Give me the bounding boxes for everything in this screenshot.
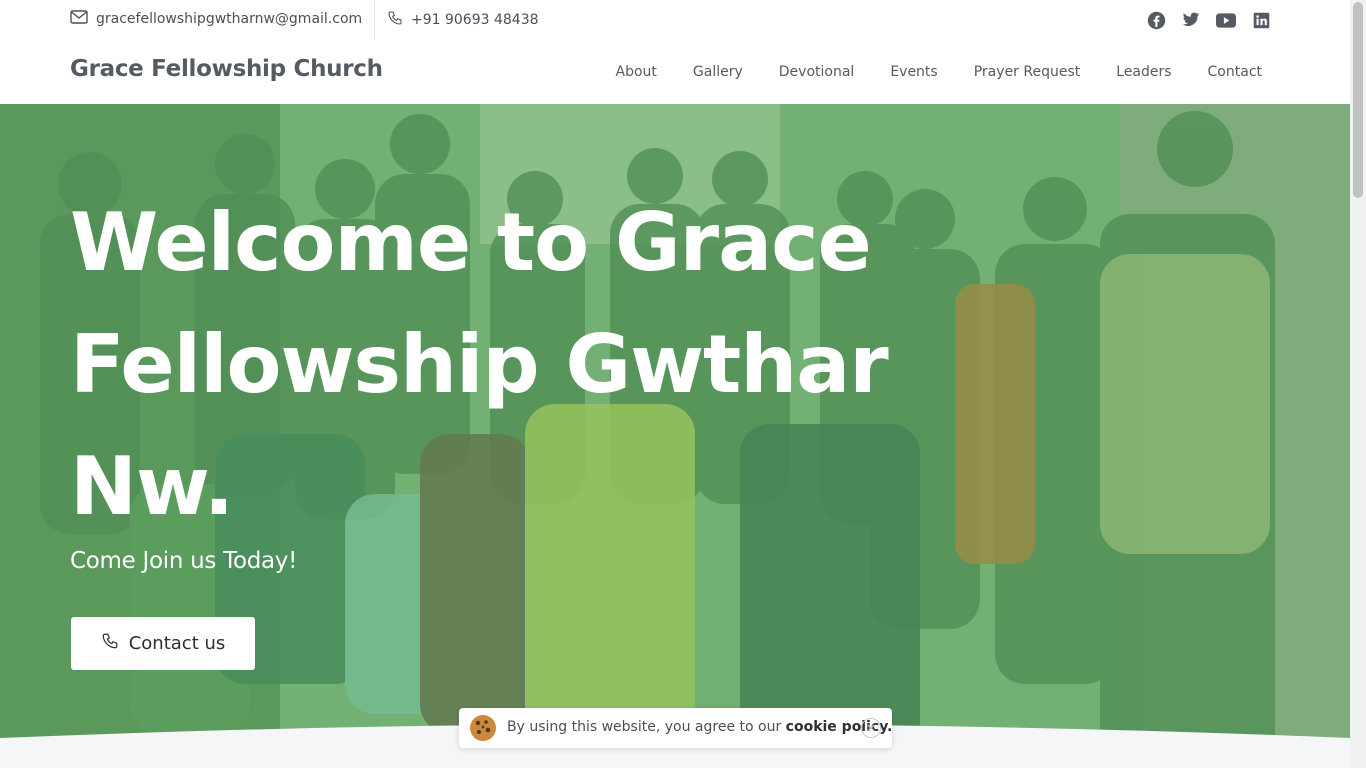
phone-text: +91 90693 48438 (411, 12, 539, 28)
contact-us-label: Contact us (128, 633, 226, 654)
site-brand[interactable]: Grace Fellowship Church (70, 56, 383, 82)
divider (374, 0, 375, 40)
close-icon[interactable] (861, 718, 881, 738)
scrollbar-thumb[interactable] (1353, 2, 1363, 198)
email-contact[interactable]: gracefellowshipgwtharnw@gmail.com (70, 10, 362, 28)
nav-item-events[interactable]: Events (890, 64, 937, 80)
nav-item-contact[interactable]: Contact (1208, 64, 1262, 80)
nav-item-gallery[interactable]: Gallery (693, 64, 743, 80)
top-contact-bar: gracefellowshipgwtharnw@gmail.com +91 90… (0, 0, 1350, 40)
hero-section: Welcome to Grace Fellowship Gwthar Nw. C… (0, 104, 1350, 768)
twitter-icon[interactable] (1181, 10, 1201, 30)
cookie-icon (469, 714, 497, 742)
hero-subtitle: Come Join us Today! (70, 548, 298, 574)
nav-item-devotional[interactable]: Devotional (779, 64, 855, 80)
cookie-message: By using this website, you agree to our … (507, 719, 892, 735)
nav-item-about[interactable]: About (616, 64, 657, 80)
page-scrollbar[interactable] (1350, 0, 1366, 768)
main-nav: About Gallery Devotional Events Prayer R… (616, 64, 1263, 80)
cookie-message-text: By using this website, you agree to our (507, 719, 782, 735)
contact-us-button[interactable]: Contact us (71, 617, 255, 670)
cookie-banner: By using this website, you agree to our … (459, 708, 892, 748)
linkedin-icon[interactable] (1251, 10, 1271, 30)
hero-title: Welcome to Grace Fellowship Gwthar Nw. (70, 196, 889, 533)
phone-icon (101, 632, 119, 655)
youtube-icon[interactable] (1216, 10, 1236, 30)
nav-item-prayer-request[interactable]: Prayer Request (974, 64, 1081, 80)
email-text: gracefellowshipgwtharnw@gmail.com (96, 11, 363, 27)
facebook-icon[interactable] (1146, 10, 1166, 30)
phone-contact[interactable]: +91 90693 48438 (387, 10, 539, 30)
social-links (1146, 10, 1271, 30)
phone-icon (387, 10, 403, 30)
mail-icon (70, 10, 88, 28)
nav-item-leaders[interactable]: Leaders (1116, 64, 1171, 80)
site-header: Grace Fellowship Church About Gallery De… (0, 40, 1350, 104)
